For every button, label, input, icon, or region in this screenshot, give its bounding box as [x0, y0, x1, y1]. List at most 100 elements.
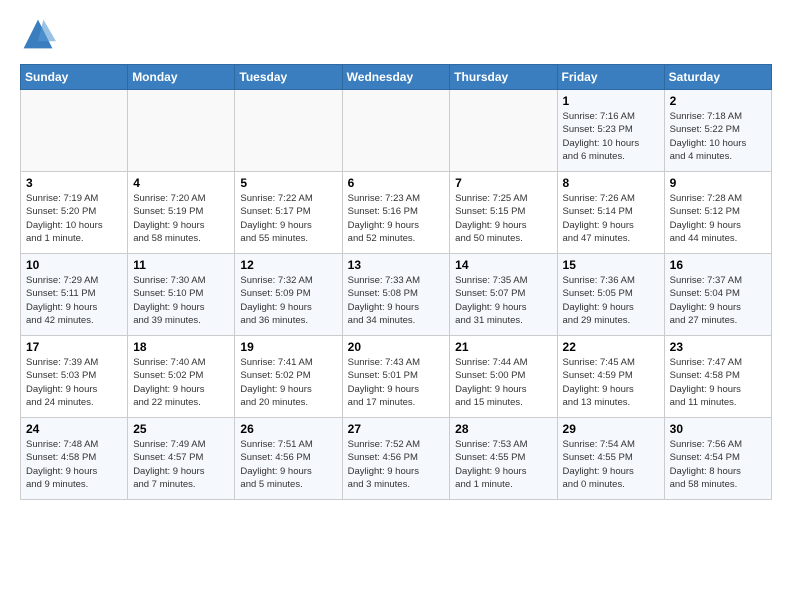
calendar-cell	[128, 90, 235, 172]
day-info: Sunrise: 7:52 AM Sunset: 4:56 PM Dayligh…	[348, 438, 445, 491]
day-number: 5	[240, 176, 336, 190]
day-number: 1	[563, 94, 659, 108]
day-info: Sunrise: 7:47 AM Sunset: 4:58 PM Dayligh…	[670, 356, 766, 409]
weekday-header: Friday	[557, 65, 664, 90]
day-info: Sunrise: 7:39 AM Sunset: 5:03 PM Dayligh…	[26, 356, 122, 409]
day-number: 30	[670, 422, 766, 436]
calendar-cell: 3 Sunrise: 7:19 AM Sunset: 5:20 PM Daylig…	[21, 172, 128, 254]
calendar-cell: 24Sunrise: 7:48 AM Sunset: 4:58 PM Dayli…	[21, 418, 128, 500]
day-info: Sunrise: 7:32 AM Sunset: 5:09 PM Dayligh…	[240, 274, 336, 327]
day-info: Sunrise: 7:36 AM Sunset: 5:05 PM Dayligh…	[563, 274, 659, 327]
day-number: 9	[670, 176, 766, 190]
calendar-cell: 6 Sunrise: 7:23 AM Sunset: 5:16 PM Daylig…	[342, 172, 450, 254]
calendar-cell	[235, 90, 342, 172]
calendar-cell	[450, 90, 557, 172]
day-info: Sunrise: 7:37 AM Sunset: 5:04 PM Dayligh…	[670, 274, 766, 327]
day-number: 18	[133, 340, 229, 354]
day-number: 11	[133, 258, 229, 272]
calendar-cell: 1 Sunrise: 7:16 AM Sunset: 5:23 PM Daylig…	[557, 90, 664, 172]
weekday-header: Monday	[128, 65, 235, 90]
day-info: Sunrise: 7:53 AM Sunset: 4:55 PM Dayligh…	[455, 438, 551, 491]
day-info: Sunrise: 7:20 AM Sunset: 5:19 PM Dayligh…	[133, 192, 229, 245]
day-number: 13	[348, 258, 445, 272]
calendar-cell: 16 Sunrise: 7:37 AM Sunset: 5:04 PM Dayli…	[664, 254, 771, 336]
calendar-cell: 23Sunrise: 7:47 AM Sunset: 4:58 PM Dayli…	[664, 336, 771, 418]
day-number: 15	[563, 258, 659, 272]
day-number: 14	[455, 258, 551, 272]
calendar-cell: 14 Sunrise: 7:35 AM Sunset: 5:07 PM Dayli…	[450, 254, 557, 336]
day-number: 8	[563, 176, 659, 190]
calendar-row: 17 Sunrise: 7:39 AM Sunset: 5:03 PM Dayli…	[21, 336, 772, 418]
day-info: Sunrise: 7:33 AM Sunset: 5:08 PM Dayligh…	[348, 274, 445, 327]
calendar-cell: 25Sunrise: 7:49 AM Sunset: 4:57 PM Dayli…	[128, 418, 235, 500]
day-number: 3	[26, 176, 122, 190]
calendar-cell: 19 Sunrise: 7:41 AM Sunset: 5:02 PM Dayli…	[235, 336, 342, 418]
day-info: Sunrise: 7:51 AM Sunset: 4:56 PM Dayligh…	[240, 438, 336, 491]
day-number: 16	[670, 258, 766, 272]
day-info: Sunrise: 7:18 AM Sunset: 5:22 PM Dayligh…	[670, 110, 766, 163]
calendar-body: 1 Sunrise: 7:16 AM Sunset: 5:23 PM Daylig…	[21, 90, 772, 500]
day-number: 6	[348, 176, 445, 190]
calendar-cell: 18Sunrise: 7:40 AM Sunset: 5:02 PM Dayli…	[128, 336, 235, 418]
day-number: 28	[455, 422, 551, 436]
day-number: 4	[133, 176, 229, 190]
day-number: 12	[240, 258, 336, 272]
day-info: Sunrise: 7:35 AM Sunset: 5:07 PM Dayligh…	[455, 274, 551, 327]
calendar-cell: 17 Sunrise: 7:39 AM Sunset: 5:03 PM Dayli…	[21, 336, 128, 418]
calendar: SundayMondayTuesdayWednesdayThursdayFrid…	[20, 64, 772, 500]
calendar-cell: 28 Sunrise: 7:53 AM Sunset: 4:55 PM Dayli…	[450, 418, 557, 500]
calendar-cell: 7 Sunrise: 7:25 AM Sunset: 5:15 PM Daylig…	[450, 172, 557, 254]
calendar-cell: 12 Sunrise: 7:32 AM Sunset: 5:09 PM Dayli…	[235, 254, 342, 336]
day-number: 2	[670, 94, 766, 108]
day-number: 22	[563, 340, 659, 354]
calendar-cell: 26 Sunrise: 7:51 AM Sunset: 4:56 PM Dayli…	[235, 418, 342, 500]
calendar-row: 3 Sunrise: 7:19 AM Sunset: 5:20 PM Daylig…	[21, 172, 772, 254]
calendar-header: SundayMondayTuesdayWednesdayThursdayFrid…	[21, 65, 772, 90]
day-info: Sunrise: 7:45 AM Sunset: 4:59 PM Dayligh…	[563, 356, 659, 409]
header	[20, 16, 772, 52]
day-number: 26	[240, 422, 336, 436]
day-number: 24	[26, 422, 122, 436]
day-info: Sunrise: 7:29 AM Sunset: 5:11 PM Dayligh…	[26, 274, 122, 327]
day-info: Sunrise: 7:25 AM Sunset: 5:15 PM Dayligh…	[455, 192, 551, 245]
day-number: 7	[455, 176, 551, 190]
logo-icon	[20, 16, 56, 52]
header-row: SundayMondayTuesdayWednesdayThursdayFrid…	[21, 65, 772, 90]
calendar-cell: 22 Sunrise: 7:45 AM Sunset: 4:59 PM Dayli…	[557, 336, 664, 418]
page: SundayMondayTuesdayWednesdayThursdayFrid…	[0, 0, 792, 510]
day-info: Sunrise: 7:19 AM Sunset: 5:20 PM Dayligh…	[26, 192, 122, 245]
day-number: 20	[348, 340, 445, 354]
day-number: 21	[455, 340, 551, 354]
day-info: Sunrise: 7:23 AM Sunset: 5:16 PM Dayligh…	[348, 192, 445, 245]
day-number: 29	[563, 422, 659, 436]
day-info: Sunrise: 7:44 AM Sunset: 5:00 PM Dayligh…	[455, 356, 551, 409]
day-info: Sunrise: 7:49 AM Sunset: 4:57 PM Dayligh…	[133, 438, 229, 491]
weekday-header: Wednesday	[342, 65, 450, 90]
calendar-cell: 20 Sunrise: 7:43 AM Sunset: 5:01 PM Dayli…	[342, 336, 450, 418]
day-number: 10	[26, 258, 122, 272]
calendar-cell: 4 Sunrise: 7:20 AM Sunset: 5:19 PM Daylig…	[128, 172, 235, 254]
day-number: 19	[240, 340, 336, 354]
calendar-cell: 8 Sunrise: 7:26 AM Sunset: 5:14 PM Daylig…	[557, 172, 664, 254]
calendar-row: 24Sunrise: 7:48 AM Sunset: 4:58 PM Dayli…	[21, 418, 772, 500]
day-info: Sunrise: 7:16 AM Sunset: 5:23 PM Dayligh…	[563, 110, 659, 163]
calendar-cell: 10 Sunrise: 7:29 AM Sunset: 5:11 PM Dayli…	[21, 254, 128, 336]
day-info: Sunrise: 7:26 AM Sunset: 5:14 PM Dayligh…	[563, 192, 659, 245]
calendar-row: 10 Sunrise: 7:29 AM Sunset: 5:11 PM Dayli…	[21, 254, 772, 336]
calendar-cell: 11Sunrise: 7:30 AM Sunset: 5:10 PM Dayli…	[128, 254, 235, 336]
calendar-cell: 9 Sunrise: 7:28 AM Sunset: 5:12 PM Daylig…	[664, 172, 771, 254]
calendar-cell	[21, 90, 128, 172]
day-info: Sunrise: 7:54 AM Sunset: 4:55 PM Dayligh…	[563, 438, 659, 491]
calendar-row: 1 Sunrise: 7:16 AM Sunset: 5:23 PM Daylig…	[21, 90, 772, 172]
day-number: 17	[26, 340, 122, 354]
day-info: Sunrise: 7:56 AM Sunset: 4:54 PM Dayligh…	[670, 438, 766, 491]
calendar-cell: 2 Sunrise: 7:18 AM Sunset: 5:22 PM Daylig…	[664, 90, 771, 172]
day-info: Sunrise: 7:43 AM Sunset: 5:01 PM Dayligh…	[348, 356, 445, 409]
calendar-cell: 27Sunrise: 7:52 AM Sunset: 4:56 PM Dayli…	[342, 418, 450, 500]
day-info: Sunrise: 7:28 AM Sunset: 5:12 PM Dayligh…	[670, 192, 766, 245]
calendar-cell: 5Sunrise: 7:22 AM Sunset: 5:17 PM Daylig…	[235, 172, 342, 254]
day-info: Sunrise: 7:41 AM Sunset: 5:02 PM Dayligh…	[240, 356, 336, 409]
calendar-cell: 15 Sunrise: 7:36 AM Sunset: 5:05 PM Dayli…	[557, 254, 664, 336]
calendar-cell: 29 Sunrise: 7:54 AM Sunset: 4:55 PM Dayli…	[557, 418, 664, 500]
calendar-cell	[342, 90, 450, 172]
